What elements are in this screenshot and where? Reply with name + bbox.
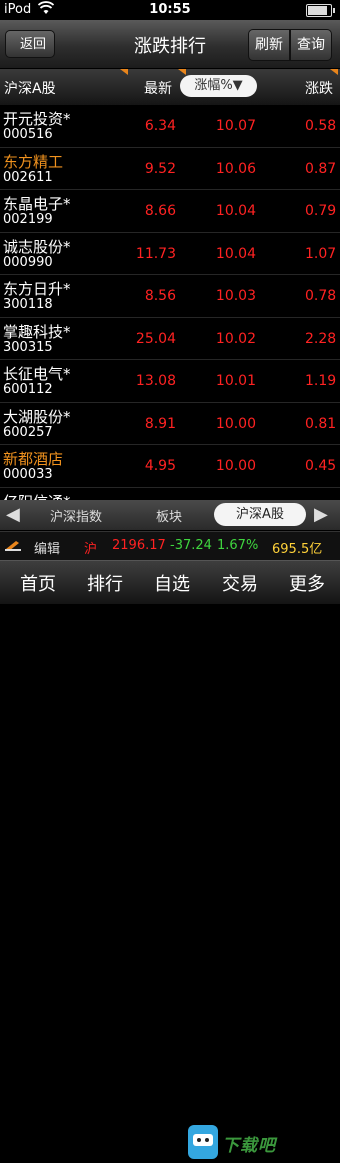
stock-name: 长征电气*	[3, 365, 71, 383]
stock-name: 东方精工	[3, 152, 64, 171]
market-tabs: ◀ 沪深指数 板块 沪深A股 ▶	[0, 500, 340, 530]
tab-index[interactable]: 沪深指数	[50, 506, 102, 525]
stock-price: 13.08	[135, 373, 176, 389]
ticker-change: -37.24	[170, 538, 212, 553]
stock-change-pct: 10.00	[215, 458, 256, 474]
stock-change: 0.87	[305, 160, 337, 177]
stock-name: 诚志股份*	[3, 237, 71, 256]
stock-price: 8.66	[144, 203, 176, 219]
sort-marker-icon	[178, 69, 186, 75]
table-row[interactable]: 亿阳信通*	[0, 488, 340, 501]
ticker-change-pct: 1.67%	[217, 538, 259, 553]
watermark-text: 下载吧	[222, 1136, 276, 1156]
nav-home[interactable]: 首页	[20, 570, 56, 596]
clock: 10:55	[149, 2, 191, 17]
tab-left-arrow-icon[interactable]: ◀	[6, 504, 20, 525]
stock-code: 600257	[3, 424, 53, 440]
stock-change-pct: 10.01	[215, 373, 256, 389]
stock-price: 6.34	[144, 118, 176, 134]
stock-change: 0.81	[305, 415, 337, 432]
stock-name: 东晶电子*	[3, 195, 71, 213]
stock-price: 11.73	[135, 245, 176, 262]
table-row[interactable]: 东晶电子* 002199 8.66 10.04 0.79	[0, 190, 340, 233]
tab-a-shares[interactable]: 沪深A股	[214, 503, 306, 526]
stock-change: 0.58	[305, 118, 337, 134]
column-header: 沪深A股 最新 涨幅%▼ 涨跌	[0, 69, 340, 105]
stock-name: 亿阳信通*	[3, 491, 71, 501]
stock-code: 300315	[3, 339, 53, 355]
ticker-amount: 695.5亿	[272, 542, 323, 557]
stock-change-pct: 10.07	[215, 118, 256, 134]
stock-code: 002199	[3, 212, 53, 227]
change-pct-sort-button[interactable]: 涨幅%▼	[180, 75, 257, 97]
table-row[interactable]: 长征电气* 600112 13.08 10.01 1.19	[0, 360, 340, 403]
stock-price: 4.95	[144, 458, 176, 474]
pencil-icon[interactable]	[5, 539, 21, 551]
stock-change-pct: 10.04	[215, 203, 256, 219]
refresh-button[interactable]: 刷新	[248, 29, 290, 61]
edit-button[interactable]: 编辑	[34, 538, 60, 557]
stock-price: 9.52	[144, 160, 176, 177]
stock-change-pct: 10.02	[215, 330, 256, 347]
stock-change-pct: 10.00	[215, 415, 256, 432]
stock-change: 1.07	[305, 245, 337, 262]
bottom-nav: 首页 排行 自选 交易 更多 下载吧	[0, 560, 340, 1159]
tab-right-arrow-icon[interactable]: ▶	[314, 504, 328, 525]
stock-change: 0.45	[305, 458, 337, 474]
stock-change: 0.79	[305, 203, 337, 219]
stock-price: 8.56	[144, 288, 176, 304]
stock-change: 0.78	[305, 288, 337, 304]
table-row[interactable]: 东方精工 002611 9.52 10.06 0.87	[0, 148, 340, 190]
status-bar: iPod 10:55	[0, 0, 340, 20]
nav-watchlist[interactable]: 自选	[154, 570, 190, 596]
table-row[interactable]: 开元投资* 000516 6.34 10.07 0.58	[0, 105, 340, 148]
stock-price: 8.91	[144, 415, 176, 432]
stock-name: 大湖股份*	[3, 407, 71, 426]
table-row[interactable]: 诚志股份* 000990 11.73 10.04 1.07	[0, 233, 340, 275]
latest-price-header[interactable]: 最新	[144, 78, 172, 98]
query-button[interactable]: 查询	[290, 29, 332, 61]
stock-code: 000516	[3, 127, 53, 142]
stock-code: 600112	[3, 382, 53, 397]
stock-change: 1.19	[305, 373, 337, 389]
table-row[interactable]: 新都酒店 000033 4.95 10.00 0.45	[0, 445, 340, 488]
table-row[interactable]: 掌趣科技* 300315 25.04 10.02 2.28	[0, 318, 340, 360]
stock-name: 新都酒店	[3, 450, 64, 468]
stock-name: 掌趣科技*	[3, 322, 71, 341]
stock-change-pct: 10.04	[215, 245, 256, 262]
stock-name: 开元投资*	[3, 110, 71, 128]
change-header[interactable]: 涨跌	[305, 78, 333, 98]
table-row[interactable]: 东方日升* 300118 8.56 10.03 0.78	[0, 275, 340, 318]
stock-name: 东方日升*	[3, 280, 71, 298]
market-label: 沪深A股	[4, 81, 56, 97]
stock-price: 25.04	[135, 330, 176, 347]
nav-trade[interactable]: 交易	[222, 570, 258, 596]
index-ticker: 编辑 沪 2196.17 -37.24 1.67% 695.5亿	[0, 531, 340, 560]
tab-sector[interactable]: 板块	[156, 506, 182, 525]
stock-code: 000990	[3, 254, 53, 270]
table-row[interactable]: 大湖股份* 600257 8.91 10.00 0.81	[0, 403, 340, 445]
stock-list[interactable]: 开元投资* 000516 6.34 10.07 0.58 东方精工 002611 9.52 10…	[0, 105, 340, 500]
nav-bar: 返回 涨跌排行 刷新 查询	[0, 20, 340, 69]
sort-marker-icon	[330, 69, 338, 75]
nav-more[interactable]: 更多	[289, 570, 325, 596]
stock-code: 000033	[3, 467, 53, 482]
stock-code: 300118	[3, 297, 53, 312]
stock-code: 002611	[3, 169, 53, 185]
ticker-index-label: 沪	[84, 542, 98, 557]
robot-icon	[188, 1125, 218, 1159]
ticker-value: 2196.17	[112, 538, 166, 553]
stock-change-pct: 10.03	[215, 288, 256, 304]
watermark-logo: 下载吧	[178, 1123, 318, 1163]
stock-change: 2.28	[305, 330, 337, 347]
sort-marker-icon	[120, 69, 128, 75]
battery-icon	[306, 4, 335, 17]
stock-change-pct: 10.06	[215, 160, 256, 177]
nav-ranking[interactable]: 排行	[87, 570, 123, 596]
